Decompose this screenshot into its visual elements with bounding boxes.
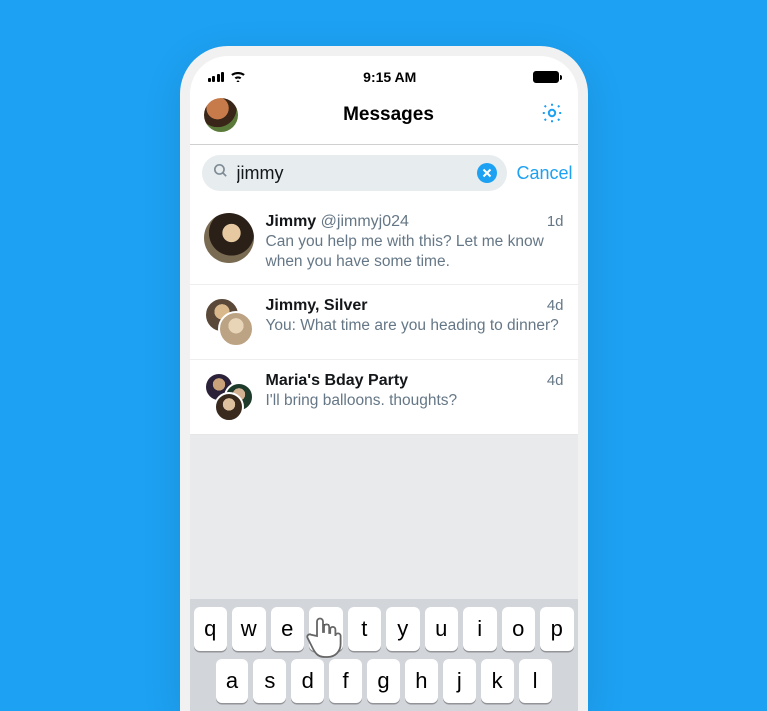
key-a[interactable]: a xyxy=(216,659,249,703)
search-box[interactable] xyxy=(202,155,507,191)
empty-space xyxy=(190,435,578,599)
conversation-name: Maria's Bday Party xyxy=(266,372,409,389)
key-j[interactable]: j xyxy=(443,659,476,703)
key-u[interactable]: u xyxy=(425,607,459,651)
key-l[interactable]: l xyxy=(519,659,552,703)
search-icon xyxy=(212,162,229,184)
page-title: Messages xyxy=(343,104,434,126)
conversation-time: 1d xyxy=(547,213,564,231)
cancel-button[interactable]: Cancel xyxy=(517,163,577,184)
key-d[interactable]: d xyxy=(291,659,324,703)
search-input[interactable] xyxy=(237,163,469,184)
gear-icon[interactable] xyxy=(540,101,564,130)
key-r[interactable]: r xyxy=(309,607,343,651)
key-o[interactable]: o xyxy=(502,607,536,651)
conversation-time: 4d xyxy=(547,372,564,390)
key-w[interactable]: w xyxy=(232,607,266,651)
screen: 9:15 AM Messages xyxy=(190,56,578,711)
clear-search-button[interactable] xyxy=(477,163,497,183)
avatar[interactable] xyxy=(204,98,238,132)
search-row: Cancel xyxy=(190,145,578,201)
key-f[interactable]: f xyxy=(329,659,362,703)
key-g[interactable]: g xyxy=(367,659,400,703)
conversation-preview: I'll bring balloons. thoughts? xyxy=(266,391,564,411)
status-time: 9:15 AM xyxy=(363,69,416,85)
key-t[interactable]: t xyxy=(348,607,382,651)
key-k[interactable]: k xyxy=(481,659,514,703)
conversation-handle: @jimmyj024 xyxy=(321,213,409,230)
cell-signal-icon xyxy=(208,72,225,82)
key-s[interactable]: s xyxy=(253,659,286,703)
conversation-name: Jimmy, Silver xyxy=(266,297,368,314)
conversation-avatar xyxy=(204,213,254,263)
conversation-time: 4d xyxy=(547,297,564,315)
conversation-preview: Can you help me with this? Let me know w… xyxy=(266,232,564,272)
header: Messages xyxy=(190,88,578,145)
conversation-row[interactable]: Maria's Bday Party 4d I'll bring balloon… xyxy=(190,359,578,434)
key-e[interactable]: e xyxy=(271,607,305,651)
keyboard: qwertyuiop asdfghjkl xyxy=(190,599,578,711)
keyboard-row-1: qwertyuiop xyxy=(194,607,574,659)
keyboard-row-2: asdfghjkl xyxy=(194,659,574,711)
key-y[interactable]: y xyxy=(386,607,420,651)
conversation-row[interactable]: Jimmy, Silver 4d You: What time are you … xyxy=(190,284,578,359)
key-h[interactable]: h xyxy=(405,659,438,703)
conversation-row[interactable]: Jimmy @jimmyj024 1d Can you help me with… xyxy=(190,201,578,284)
phone-frame: 9:15 AM Messages xyxy=(180,46,588,711)
conversation-avatar-group xyxy=(204,372,254,422)
conversation-avatar-group xyxy=(204,297,254,347)
battery-icon xyxy=(533,71,559,83)
key-q[interactable]: q xyxy=(194,607,228,651)
key-i[interactable]: i xyxy=(463,607,497,651)
conversation-list: Jimmy @jimmyj024 1d Can you help me with… xyxy=(190,201,578,435)
wifi-icon xyxy=(230,69,246,85)
conversation-name: Jimmy xyxy=(266,213,317,230)
conversation-preview: You: What time are you heading to dinner… xyxy=(266,316,564,336)
status-bar: 9:15 AM xyxy=(190,56,578,88)
key-p[interactable]: p xyxy=(540,607,574,651)
